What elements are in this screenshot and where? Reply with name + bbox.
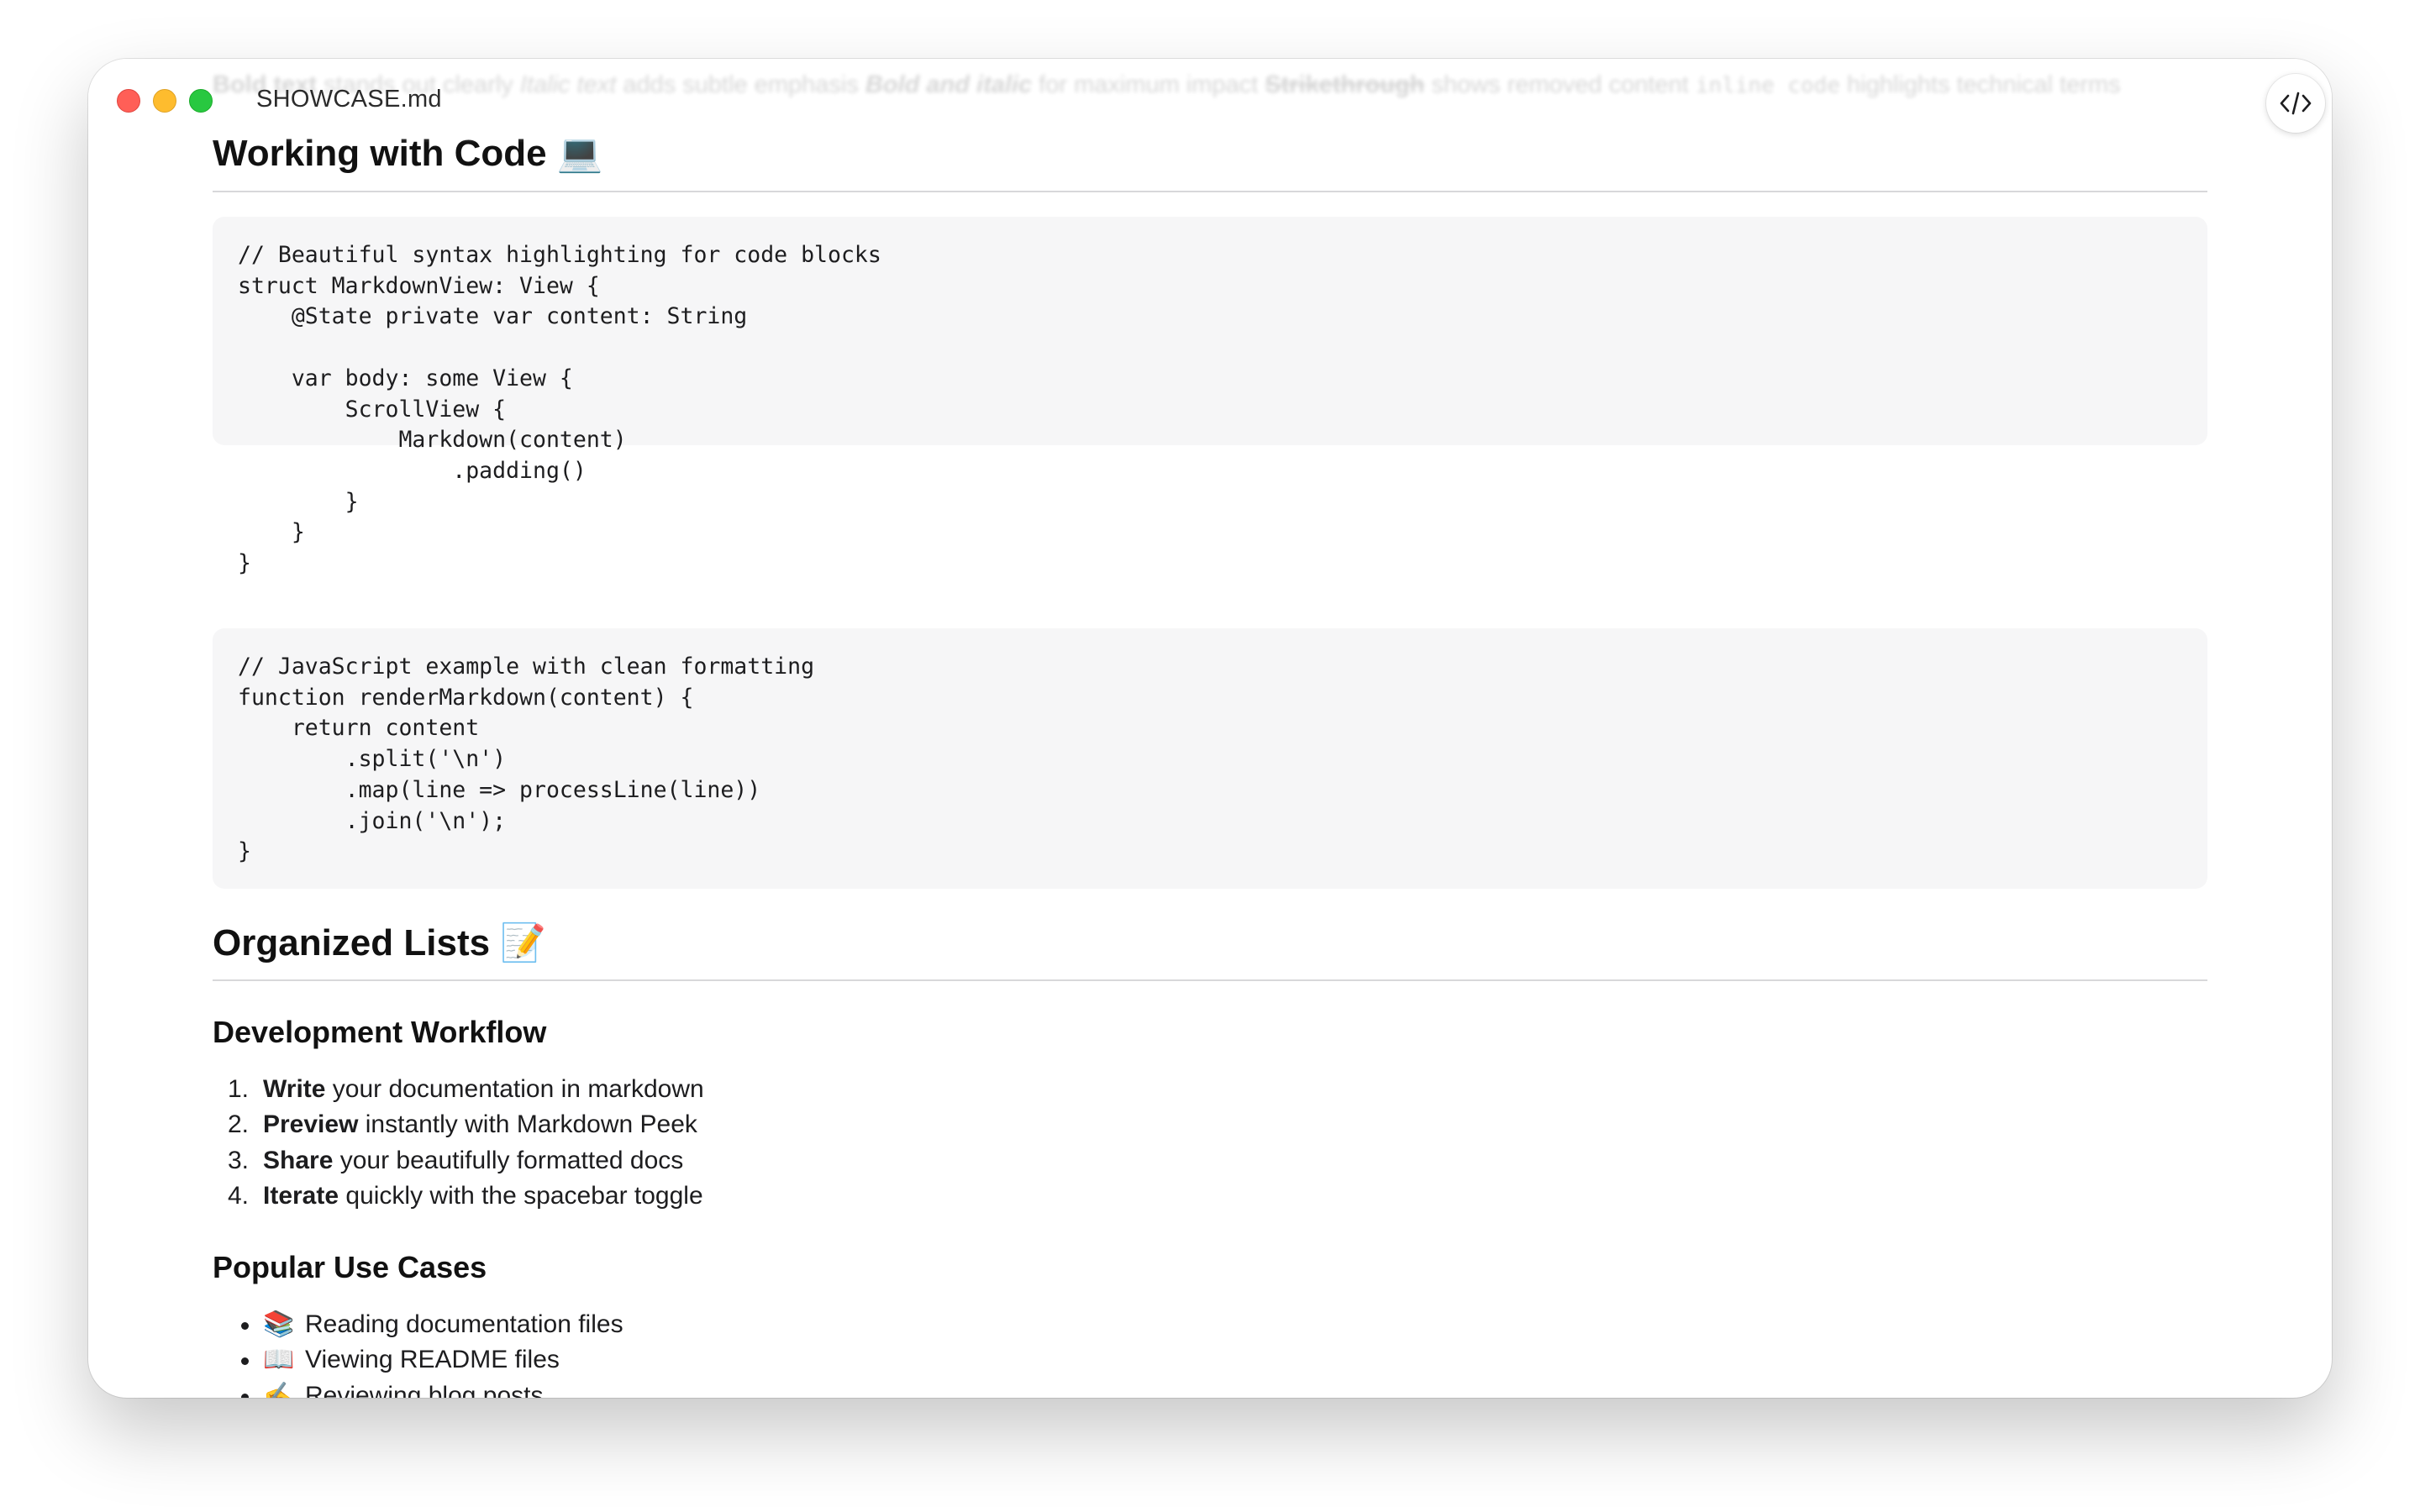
writing-hand-icon: ✍️ (263, 1380, 295, 1398)
heading-popular-use-cases: Popular Use Cases (213, 1250, 487, 1284)
heading-rule (213, 191, 2207, 192)
close-button[interactable] (117, 89, 140, 113)
heading-development-workflow: Development Workflow (213, 1015, 547, 1049)
markdown-preview-window: Working with Code 💻 // Beautiful syntax … (88, 59, 2332, 1398)
scrolled-text-line: Bold text stands out clearly Italic text… (213, 71, 2121, 98)
heading-organized-lists: Organized Lists 📝 (213, 921, 547, 964)
window-title: SHOWCASE.md (256, 86, 442, 113)
view-source-button[interactable] (2266, 74, 2325, 133)
heading-rule (213, 979, 2207, 981)
books-icon: 📚 (263, 1310, 295, 1339)
code-block-swift-text: // Beautiful syntax highlighting for cod… (238, 242, 881, 577)
code-block-javascript: // JavaScript example with clean formatt… (213, 628, 2207, 889)
open-book-icon: 📖 (263, 1345, 295, 1375)
code-brackets-icon (2280, 92, 2312, 115)
bullet-icon (241, 1393, 249, 1398)
title-bar[interactable]: Bold text stands out clearly Italic text… (88, 59, 2332, 143)
code-block-swift: // Beautiful syntax highlighting for cod… (213, 217, 2207, 576)
zoom-button[interactable] (189, 89, 213, 113)
memo-icon: 📝 (500, 921, 547, 964)
code-block-javascript-text: // JavaScript example with clean formatt… (238, 654, 815, 865)
minimize-button[interactable] (153, 89, 176, 113)
bullet-icon (241, 1322, 249, 1330)
bullet-icon (241, 1357, 249, 1366)
